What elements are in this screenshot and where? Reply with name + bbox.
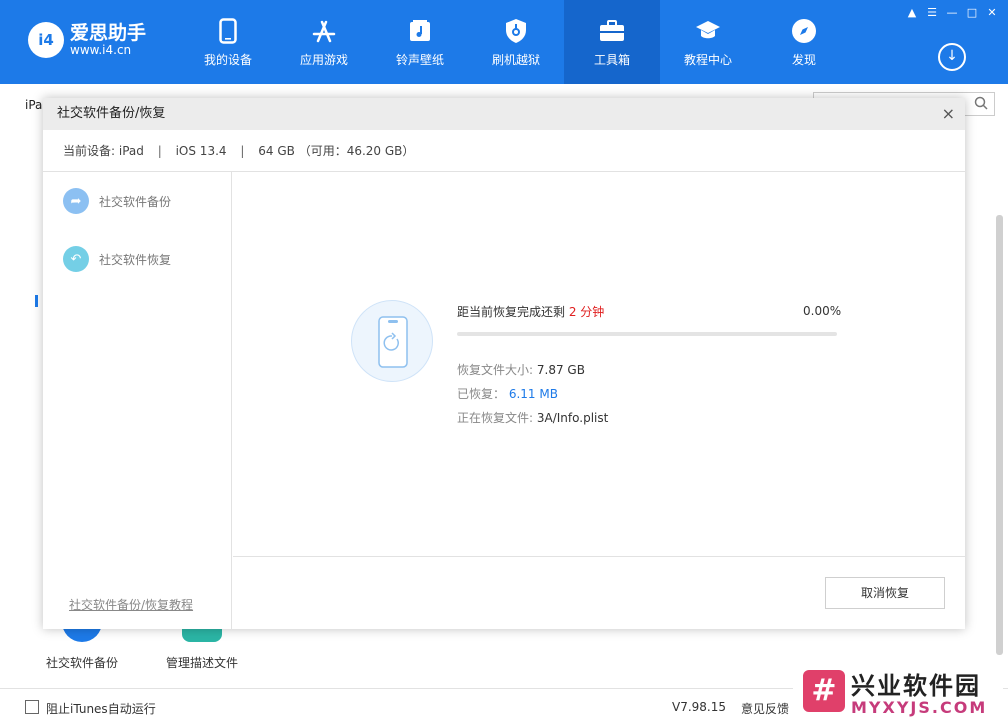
remaining-time-value: 2 分钟 [568,305,605,319]
maximize-icon[interactable]: □ [964,6,980,20]
restored-row: 已恢复： 6.11 MB [457,387,558,401]
skin-icon[interactable]: ▲ [904,6,920,20]
tutorial-link[interactable]: 社交软件备份/恢复教程 [69,596,193,613]
nav-label: 工具箱 [593,52,630,67]
remaining-time-text: 距当前恢复完成还剩 2 分钟 [457,305,605,319]
block-itunes-checkbox[interactable] [25,700,39,714]
top-bar: i4 爱思助手 www.i4.cn 我的设备 应用游戏 铃声壁纸 刷机越狱 工具… [0,0,1008,84]
share-arrow-icon: ➦ [63,188,89,214]
nav-label: 我的设备 [203,52,252,67]
download-icon[interactable]: ↓ [938,43,966,71]
device-info-bar: 当前设备: iPad | iOS 13.4 | 64 GB （可用：46.20 … [43,130,965,172]
nav-toolbox[interactable]: 工具箱 [564,0,660,84]
nav-label: 发现 [791,52,816,67]
watermark-title: 兴业软件园 [851,672,981,700]
toolbox-icon [598,17,626,45]
selection-marker [35,295,38,307]
restore-size-value: 7.87 GB [536,363,585,377]
nav-apps-games[interactable]: 应用游戏 [276,0,372,84]
reply-arrow-icon: ↶ [63,246,89,272]
close-icon[interactable]: × [942,98,955,130]
sidebar-item-restore[interactable]: ↶ 社交软件恢复 [63,246,171,272]
main-nav: 我的设备 应用游戏 铃声壁纸 刷机越狱 工具箱 教程中心 发现 [180,0,852,84]
minimize-icon[interactable]: — [944,6,960,20]
progress-percent: 0.00% [803,304,842,318]
feedback-link[interactable]: 意见反馈 [741,700,789,717]
progress-bar [457,332,837,336]
window-controls: ▲ ☰ — □ ✕ [904,6,1000,20]
app-logo[interactable]: i4 爱思助手 www.i4.cn [28,22,146,58]
device-available: （可用：46.20 GB） [298,144,415,158]
device-ios: iOS 13.4 [175,144,227,158]
dialog-header: 社交软件备份/恢复 × [43,98,965,130]
nav-flash-jailbreak[interactable]: 刷机越狱 [468,0,564,84]
music-note-icon [406,17,434,45]
nav-discover[interactable]: 发现 [756,0,852,84]
nav-my-device[interactable]: 我的设备 [180,0,276,84]
scrollbar[interactable] [996,215,1003,655]
sidebar-item-label: 社交软件恢复 [99,252,172,267]
compass-icon [790,17,818,45]
logo-badge: i4 [28,22,64,58]
phone-restore-icon [351,300,433,382]
nav-ringtones-wallpapers[interactable]: 铃声壁纸 [372,0,468,84]
dialog-body: ➦ 社交软件备份 ↶ 社交软件恢复 社交软件备份/恢复教程 距当前恢复完成还剩 [43,172,965,629]
sidebar-item-backup[interactable]: ➦ 社交软件备份 [63,188,171,214]
social-backup-tool-label[interactable]: 社交软件备份 [46,654,118,671]
block-itunes-label[interactable]: 阻止iTunes自动运行 [46,700,156,717]
app-store-icon [310,17,338,45]
shield-icon [502,17,530,45]
close-window-icon[interactable]: ✕ [984,6,1000,20]
phone-icon [214,17,242,45]
watermark: # 兴业软件园 MYXYJS.COM [793,662,1003,724]
dialog-sidebar: ➦ 社交软件备份 ↶ 社交软件恢复 社交软件备份/恢复教程 [43,172,232,629]
restore-progress-panel: 距当前恢复完成还剩 2 分钟 0.00% 恢复文件大小: 7.87 GB 已恢复… [233,172,965,629]
nav-tutorials[interactable]: 教程中心 [660,0,756,84]
profile-manager-tool-label[interactable]: 管理描述文件 [166,654,238,671]
social-backup-restore-dialog: 社交软件备份/恢复 × 当前设备: iPad | iOS 13.4 | 64 G… [43,98,965,629]
current-file-row: 正在恢复文件: 3A/Info.plist [457,411,609,425]
device-capacity: 64 GB [258,144,295,158]
logo-title: 爱思助手 [70,21,147,44]
search-icon[interactable] [974,96,988,110]
device-prefix: 当前设备: [63,144,116,158]
dialog-title: 社交软件备份/恢复 [57,106,166,121]
watermark-logo: # [803,670,845,712]
sidebar-item-label: 社交软件备份 [99,194,172,209]
nav-label: 教程中心 [683,52,732,67]
cancel-restore-button[interactable]: 取消恢复 [825,577,945,609]
restored-value: 6.11 MB [508,387,558,401]
nav-label: 铃声壁纸 [395,52,444,67]
menu-icon[interactable]: ☰ [924,6,940,20]
logo-url: www.i4.cn [70,42,132,57]
current-file-value: 3A/Info.plist [536,411,609,425]
nav-label: 刷机越狱 [491,52,540,67]
nav-label: 应用游戏 [299,52,348,67]
watermark-url: MYXYJS.COM [851,698,988,717]
version-label: V7.98.15 [672,700,727,714]
graduation-cap-icon [694,17,722,45]
restore-size-row: 恢复文件大小: 7.87 GB [457,363,585,377]
divider [233,556,965,557]
device-model: iPad [118,144,144,158]
